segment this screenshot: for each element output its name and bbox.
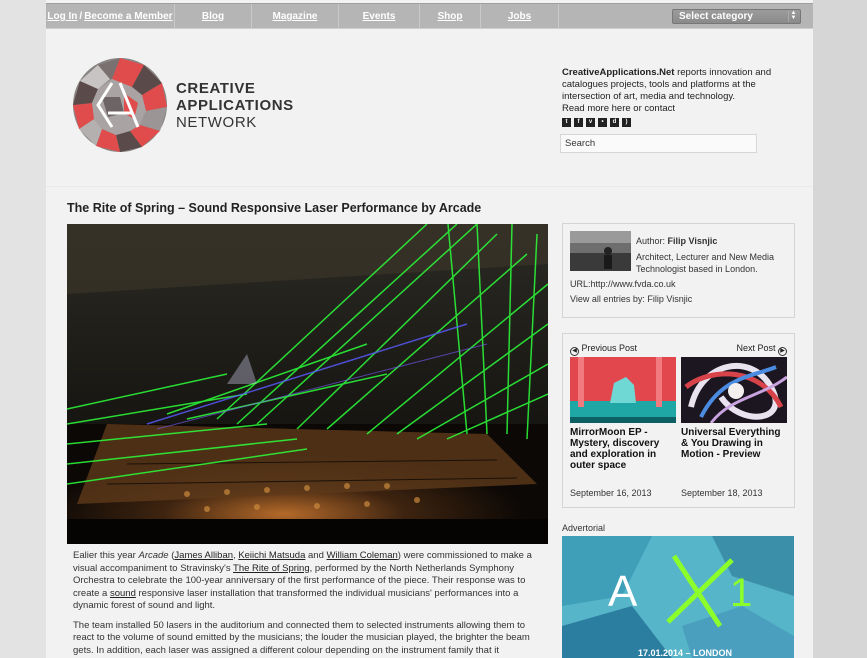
nav-item-blog[interactable]: Blog <box>175 4 252 29</box>
previous-post-date: September 16, 2013 <box>570 488 652 498</box>
p1-text-a: Ealier this year <box>73 550 139 561</box>
vimeo-icon[interactable]: v <box>586 118 595 127</box>
nav-item-jobs[interactable]: Jobs <box>481 4 559 29</box>
previous-post-thumbnail[interactable] <box>570 357 676 423</box>
p1-text-g: responsive laser installation that trans… <box>73 587 519 612</box>
ad-letter-a: A <box>608 567 638 616</box>
author-photo[interactable] <box>570 231 631 271</box>
delicious-icon[interactable]: d <box>610 118 619 127</box>
article-paragraph-1: Ealier this year Arcade (James Alliban, … <box>73 550 543 613</box>
site-name: CreativeApplications.Net <box>562 67 675 78</box>
nav-item-events[interactable]: Events <box>339 4 420 29</box>
author-url[interactable]: URL:http://www.fvda.co.uk <box>570 279 676 289</box>
author-meta: Author: Filip Visnjic Architect, Lecture… <box>636 235 792 275</box>
account-links: Log In / Become a Member <box>46 4 175 29</box>
next-post-label: Next Post <box>736 343 776 353</box>
chevron-left-icon: ◀ <box>570 347 579 356</box>
next-post-thumbnail[interactable] <box>681 357 787 423</box>
top-navigation: Log In / Become a Member Blog Magazine Eve… <box>46 3 813 29</box>
next-post-link[interactable]: Next Post ▶ <box>736 343 787 356</box>
link-william-coleman[interactable]: William Coleman <box>327 550 398 561</box>
nav-events-label: Events <box>362 11 396 22</box>
previous-post-link[interactable]: ◀ Previous Post <box>570 343 637 356</box>
brand-line-1: CREATIVE <box>176 80 256 97</box>
author-label: Author: <box>636 236 666 246</box>
nav-magazine-label: Magazine <box>272 11 318 22</box>
ad-date: 17.01.2014 – LONDON <box>638 648 732 658</box>
nav-item-shop[interactable]: Shop <box>420 4 481 29</box>
author-box: Author: Filip Visnjic Architect, Lecture… <box>562 223 795 318</box>
chevron-right-icon: ▶ <box>778 347 787 356</box>
nav-jobs-label: Jobs <box>507 11 532 22</box>
nav-shop-label: Shop <box>437 11 463 22</box>
ad-number-1: 1 <box>730 571 752 615</box>
social-icons: t f v • d ) <box>562 118 631 127</box>
previous-post-title[interactable]: MirrorMoon EP - Mystery, discovery and e… <box>570 427 678 471</box>
brand-wordmark[interactable]: CREATIVE APPLICATIONS NETWORK <box>176 80 294 131</box>
p1-arcade: Arcade <box>138 550 169 561</box>
advertorial-label: Advertorial <box>562 523 606 533</box>
rss-icon[interactable]: ) <box>622 118 631 127</box>
right-background <box>813 0 867 658</box>
next-post-date: September 18, 2013 <box>681 488 763 498</box>
advertorial-banner[interactable]: A 1 17.01.2014 – LONDON <box>562 536 794 658</box>
author-view-all[interactable]: View all entries by: Filip Visnjic <box>570 294 692 304</box>
author-name[interactable]: Filip Visnjic <box>668 236 718 246</box>
next-post-title[interactable]: Universal Everything & You Drawing in Mo… <box>681 427 789 460</box>
category-select[interactable]: Select category ▲ ▼ <box>672 9 801 24</box>
nav-item-magazine[interactable]: Magazine <box>252 4 339 29</box>
search-input[interactable]: Search <box>560 134 757 153</box>
brand-line-3: NETWORK <box>176 114 257 131</box>
hero-image <box>67 224 548 544</box>
p1-text-d: and <box>305 550 327 561</box>
twitter-icon[interactable]: t <box>562 118 571 127</box>
article-body: Ealier this year Arcade (James Alliban, … <box>73 550 543 658</box>
select-arrows-icon: ▲ ▼ <box>788 10 798 22</box>
category-select-value: Select category <box>679 11 753 22</box>
become-member-link[interactable]: Become a Member <box>84 11 172 22</box>
post-navigation: ◀ Previous Post Next Post ▶ MirrorMoon E… <box>562 333 795 508</box>
link-keiichi-matsuda[interactable]: Keiichi Matsuda <box>238 550 305 561</box>
article-title: The Rite of Spring – Sound Responsive La… <box>67 201 482 215</box>
brand-line-2: APPLICATIONS <box>176 97 294 114</box>
article-paragraph-2: The team installed 50 lasers in the audi… <box>73 619 530 658</box>
header-divider <box>46 186 813 187</box>
nav-blog-label: Blog <box>201 11 225 22</box>
read-more-links[interactable]: Read more here or contact <box>562 103 675 114</box>
link-sound[interactable]: sound <box>110 588 136 599</box>
author-line: Author: Filip Visnjic <box>636 235 792 247</box>
link-james-alliban[interactable]: James Alliban <box>174 550 233 561</box>
previous-post-label: Previous Post <box>581 343 638 353</box>
login-link[interactable]: Log In <box>47 11 77 22</box>
flickr-icon[interactable]: • <box>598 118 607 127</box>
author-bio: Architect, Lecturer and New Media Techno… <box>636 252 775 274</box>
facebook-icon[interactable]: f <box>574 118 583 127</box>
site-about: CreativeApplications.Net reports innovat… <box>562 67 782 115</box>
left-background <box>0 0 46 658</box>
page: Log In / Become a Member Blog Magazine Eve… <box>46 0 813 658</box>
can-logo[interactable] <box>72 57 168 153</box>
link-rite-of-spring[interactable]: The Rite of Spring <box>233 563 310 574</box>
